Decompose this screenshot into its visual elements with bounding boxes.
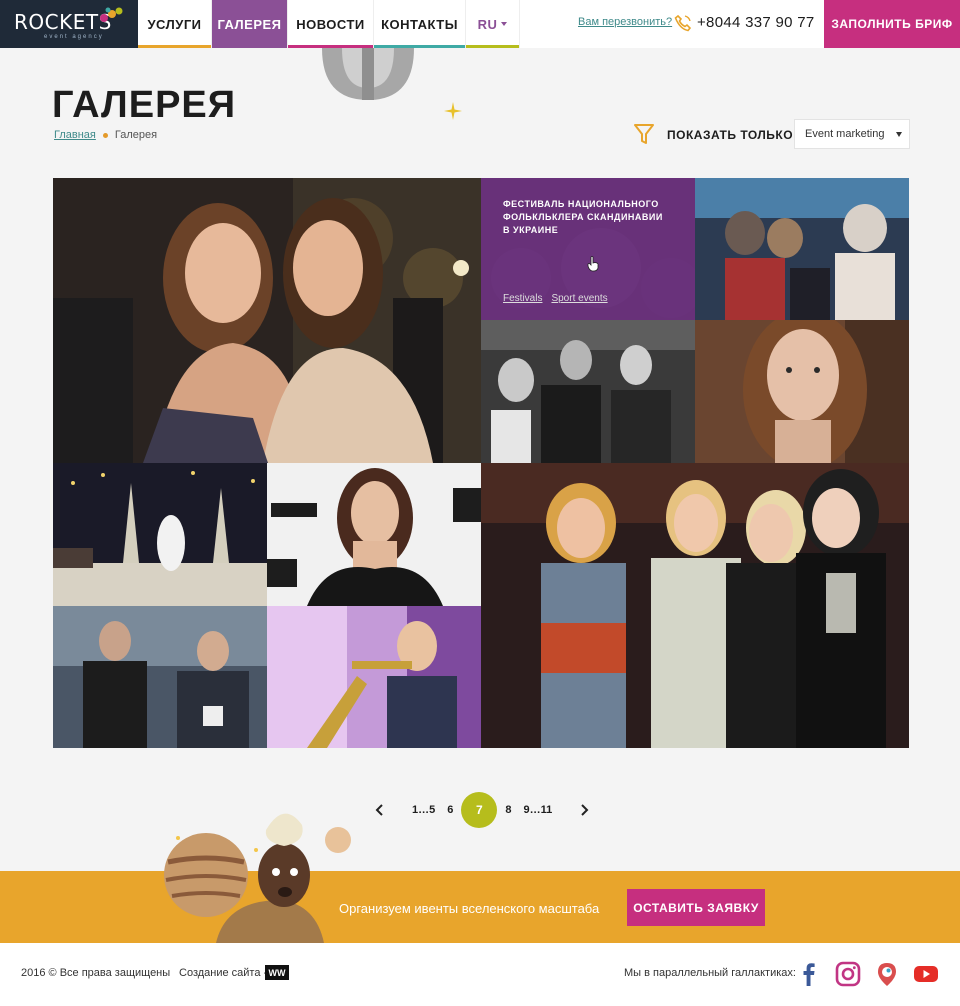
gallery-photo[interactable] (481, 320, 695, 463)
logo-rocket-icon (100, 7, 123, 22)
photo-image (53, 606, 267, 748)
next-page-button[interactable] (576, 801, 594, 819)
nav-contacts-label: КОНТАКТЫ (381, 16, 458, 32)
nav-services-label: УСЛУГИ (147, 16, 202, 32)
category-filter-select[interactable]: Event marketing (794, 119, 910, 149)
chevron-left-icon (375, 804, 383, 816)
chevron-down-icon (501, 22, 508, 26)
gallery-photo[interactable] (481, 463, 909, 748)
page-range-start[interactable]: 1…5 (410, 804, 437, 816)
photo-image (267, 463, 481, 606)
banner-text: Организуем ивенты вселенского масштаба (339, 901, 600, 916)
language-underline (466, 45, 519, 48)
phone-number[interactable]: +8044 337 90 77 (697, 14, 815, 31)
pagination: 1…5 6 7 8 9…11 (370, 792, 594, 828)
rockets-logo[interactable]: ROCKETS event agency (0, 0, 138, 48)
social-caption: Мы в параллельный галлактиках: (624, 967, 796, 979)
language-selector[interactable]: RU (466, 0, 520, 48)
gallery-hover-card[interactable]: Фестиваль национального фолькльклера Ска… (481, 178, 695, 320)
gallery-photo[interactable] (53, 178, 481, 463)
nav-services[interactable]: УСЛУГИ (138, 0, 212, 48)
chevron-down-icon (896, 132, 902, 137)
leave-request-button[interactable]: ОСТАВИТЬ ЗАЯВКУ (627, 889, 765, 926)
page-6-link[interactable]: 6 (445, 804, 455, 816)
planet-decoration-icon (322, 48, 414, 100)
breadcrumb: Главная Галерея (54, 129, 157, 141)
copyright-text: 2016 © Все права защищены (21, 967, 171, 979)
main-nav: УСЛУГИ ГАЛЕРЕЯ НОВОСТИ КОНТАКТЫ RU (138, 0, 520, 48)
language-label: RU (477, 16, 498, 32)
filter-label: ПОКАЗАТЬ ТОЛЬКО (667, 128, 794, 142)
instagram-icon[interactable] (835, 961, 861, 987)
page-range-end[interactable]: 9…11 (522, 804, 555, 816)
photo-image (695, 320, 909, 463)
photo-image (481, 463, 909, 748)
gallery-photo[interactable] (267, 463, 481, 606)
cursor-hand-icon (587, 256, 599, 272)
page-8-link[interactable]: 8 (503, 804, 513, 816)
site-footer: 2016 © Все права защищены Создание сайта… (0, 943, 960, 1006)
category-filter-value: Event marketing (805, 128, 885, 140)
made-by-text: Создание сайта - (179, 967, 268, 979)
event-tags: Festivals Sport events (503, 293, 608, 304)
breadcrumb-current: Галерея (114, 129, 158, 141)
gallery-photo[interactable] (695, 178, 909, 320)
event-title: Фестиваль национального фолькльклера Ска… (503, 199, 663, 235)
callback-link[interactable]: Вам перезвонить? (578, 16, 672, 28)
chevron-right-icon (581, 804, 589, 816)
nav-news[interactable]: НОВОСТИ (288, 0, 374, 48)
photo-image (53, 463, 267, 606)
youtube-icon[interactable] (913, 961, 939, 987)
photo-image (53, 178, 481, 463)
gallery-photo[interactable] (695, 320, 909, 463)
breadcrumb-home-link[interactable]: Главная (54, 129, 96, 141)
periscope-icon[interactable] (874, 961, 900, 987)
photo-image (481, 320, 695, 463)
nav-services-underline (138, 45, 211, 48)
sparkle-icon (444, 102, 462, 120)
cta-banner: Организуем ивенты вселенского масштаба О… (0, 871, 960, 943)
facebook-icon[interactable] (796, 961, 822, 987)
nav-gallery-label: ГАЛЕРЕЯ (217, 16, 282, 32)
logo-subtitle: event agency (44, 34, 104, 40)
prev-page-button[interactable] (370, 801, 388, 819)
photo-image (695, 178, 909, 320)
developer-logo[interactable]: WW (265, 965, 289, 980)
filter-icon (634, 124, 654, 144)
alien-character-illustration (164, 813, 351, 943)
breadcrumb-separator (102, 132, 108, 138)
nav-gallery[interactable]: ГАЛЕРЕЯ (212, 0, 288, 48)
photo-gallery: Фестиваль национального фолькльклера Ска… (53, 178, 909, 748)
fill-brief-button[interactable]: ЗАПОЛНИТЬ БРИФ (824, 0, 960, 48)
nav-news-label: НОВОСТИ (296, 16, 365, 32)
tag-sport-events-link[interactable]: Sport events (551, 293, 607, 304)
gallery-photo[interactable] (53, 606, 267, 748)
nav-contacts[interactable]: КОНТАКТЫ (374, 0, 466, 48)
gallery-photo[interactable] (267, 606, 481, 748)
gallery-photo[interactable] (53, 463, 267, 606)
site-header: ROCKETS event agency УСЛУГИ ГАЛЕРЕЯ НОВО… (0, 0, 960, 48)
tag-festivals-link[interactable]: Festivals (503, 293, 542, 304)
phone-icon (674, 14, 692, 32)
photo-image (267, 606, 481, 748)
page-title: ГАЛЕРЕЯ (52, 84, 237, 126)
current-page: 7 (461, 792, 498, 828)
